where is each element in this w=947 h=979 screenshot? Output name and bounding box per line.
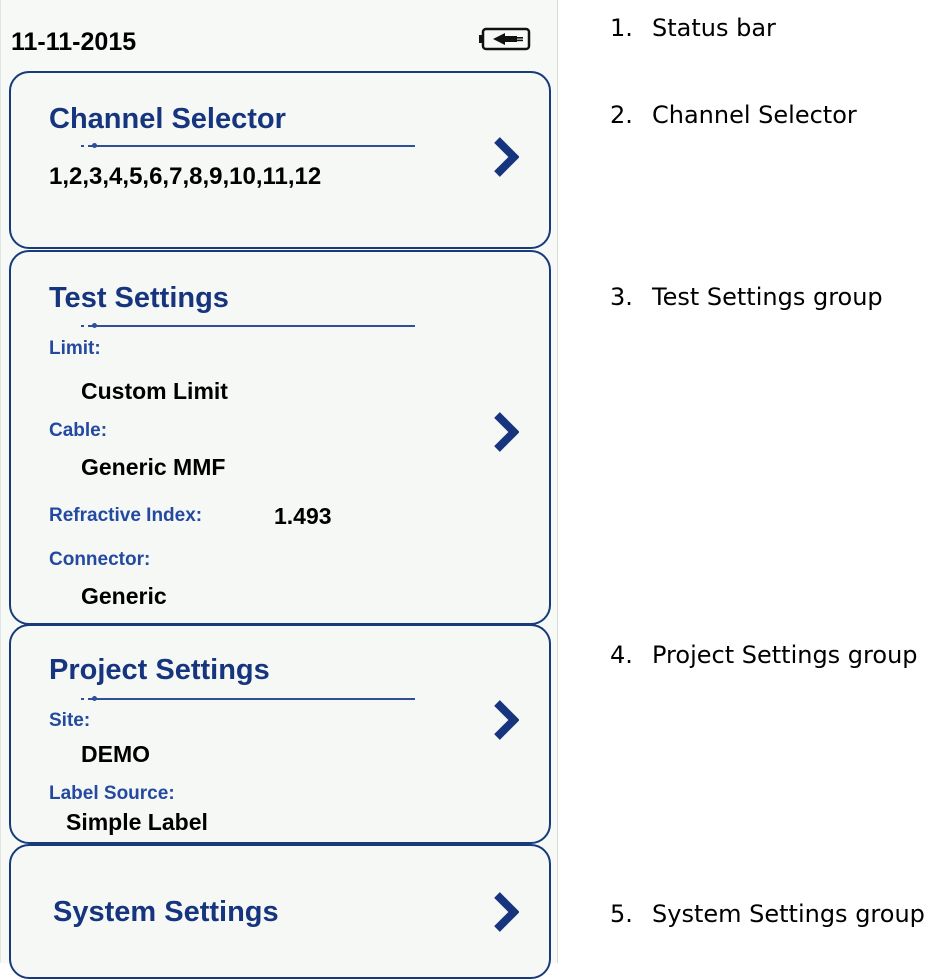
channel-list: 1,2,3,4,5,6,7,8,9,10,11,12 <box>49 163 322 190</box>
annotation-text: Test Settings group <box>652 283 883 311</box>
annotation-list: 1. Status bar 2. Channel Selector 3. Test S… <box>580 0 947 963</box>
annotation-number: 3. <box>610 283 633 311</box>
refractive-index-label: Refractive Index: <box>49 505 203 526</box>
limit-label: Limit: <box>49 338 101 359</box>
status-bar: 11-11-2015 <box>1 0 557 74</box>
annotation-text: Status bar <box>652 14 776 42</box>
project-settings-title: Project Settings <box>49 654 270 686</box>
cable-label: Cable: <box>49 420 108 441</box>
annotation-number: 2. <box>610 101 633 129</box>
site-label: Site: <box>49 710 91 731</box>
annotation-number: 4. <box>610 641 633 669</box>
annotation-number: 5. <box>610 900 633 928</box>
chevron-right-icon[interactable] <box>493 412 519 452</box>
title-divider <box>81 323 415 328</box>
connector-value: Generic <box>81 583 167 609</box>
annotation-item: 4. Project Settings group <box>610 641 918 669</box>
annotation-item: 2. Channel Selector <box>610 101 857 129</box>
channel-selector-card[interactable]: Channel Selector 1,2,3,4,5,6,7,8,9,10,11… <box>9 71 551 249</box>
project-settings-card[interactable]: Project Settings Site: DEMO Label Source… <box>9 624 551 844</box>
annotation-text: Channel Selector <box>652 101 857 129</box>
title-divider <box>81 696 415 701</box>
connector-label: Connector: <box>49 549 151 570</box>
title-divider <box>81 143 415 148</box>
test-settings-card[interactable]: Test Settings Limit: Custom Limit Cable:… <box>9 250 551 625</box>
annotation-item: 1. Status bar <box>610 14 776 42</box>
chevron-right-icon[interactable] <box>493 137 519 177</box>
annotation-number: 1. <box>610 14 633 42</box>
battery-charging-icon <box>479 27 531 51</box>
annotation-item: 5. System Settings group <box>610 900 925 928</box>
device-screen: 11-11-2015 Channel Selector 1,2,3,4,5,6,… <box>0 0 558 979</box>
label-source-value: Simple Label <box>66 809 208 835</box>
channel-selector-title: Channel Selector <box>49 103 286 135</box>
site-value: DEMO <box>81 741 150 767</box>
annotation-text: System Settings group <box>652 900 925 928</box>
test-settings-title: Test Settings <box>49 282 229 314</box>
system-settings-title: System Settings <box>53 896 279 928</box>
system-settings-card[interactable]: System Settings <box>9 844 551 979</box>
annotation-item: 3. Test Settings group <box>610 283 883 311</box>
chevron-right-icon[interactable] <box>493 892 519 932</box>
label-source-label: Label Source: <box>49 783 175 804</box>
limit-value: Custom Limit <box>81 378 228 404</box>
chevron-right-icon[interactable] <box>493 700 519 740</box>
annotation-text: Project Settings group <box>652 641 918 669</box>
refractive-index-value: 1.493 <box>274 503 332 529</box>
status-date: 11-11-2015 <box>11 28 137 56</box>
cable-value: Generic MMF <box>81 454 226 480</box>
